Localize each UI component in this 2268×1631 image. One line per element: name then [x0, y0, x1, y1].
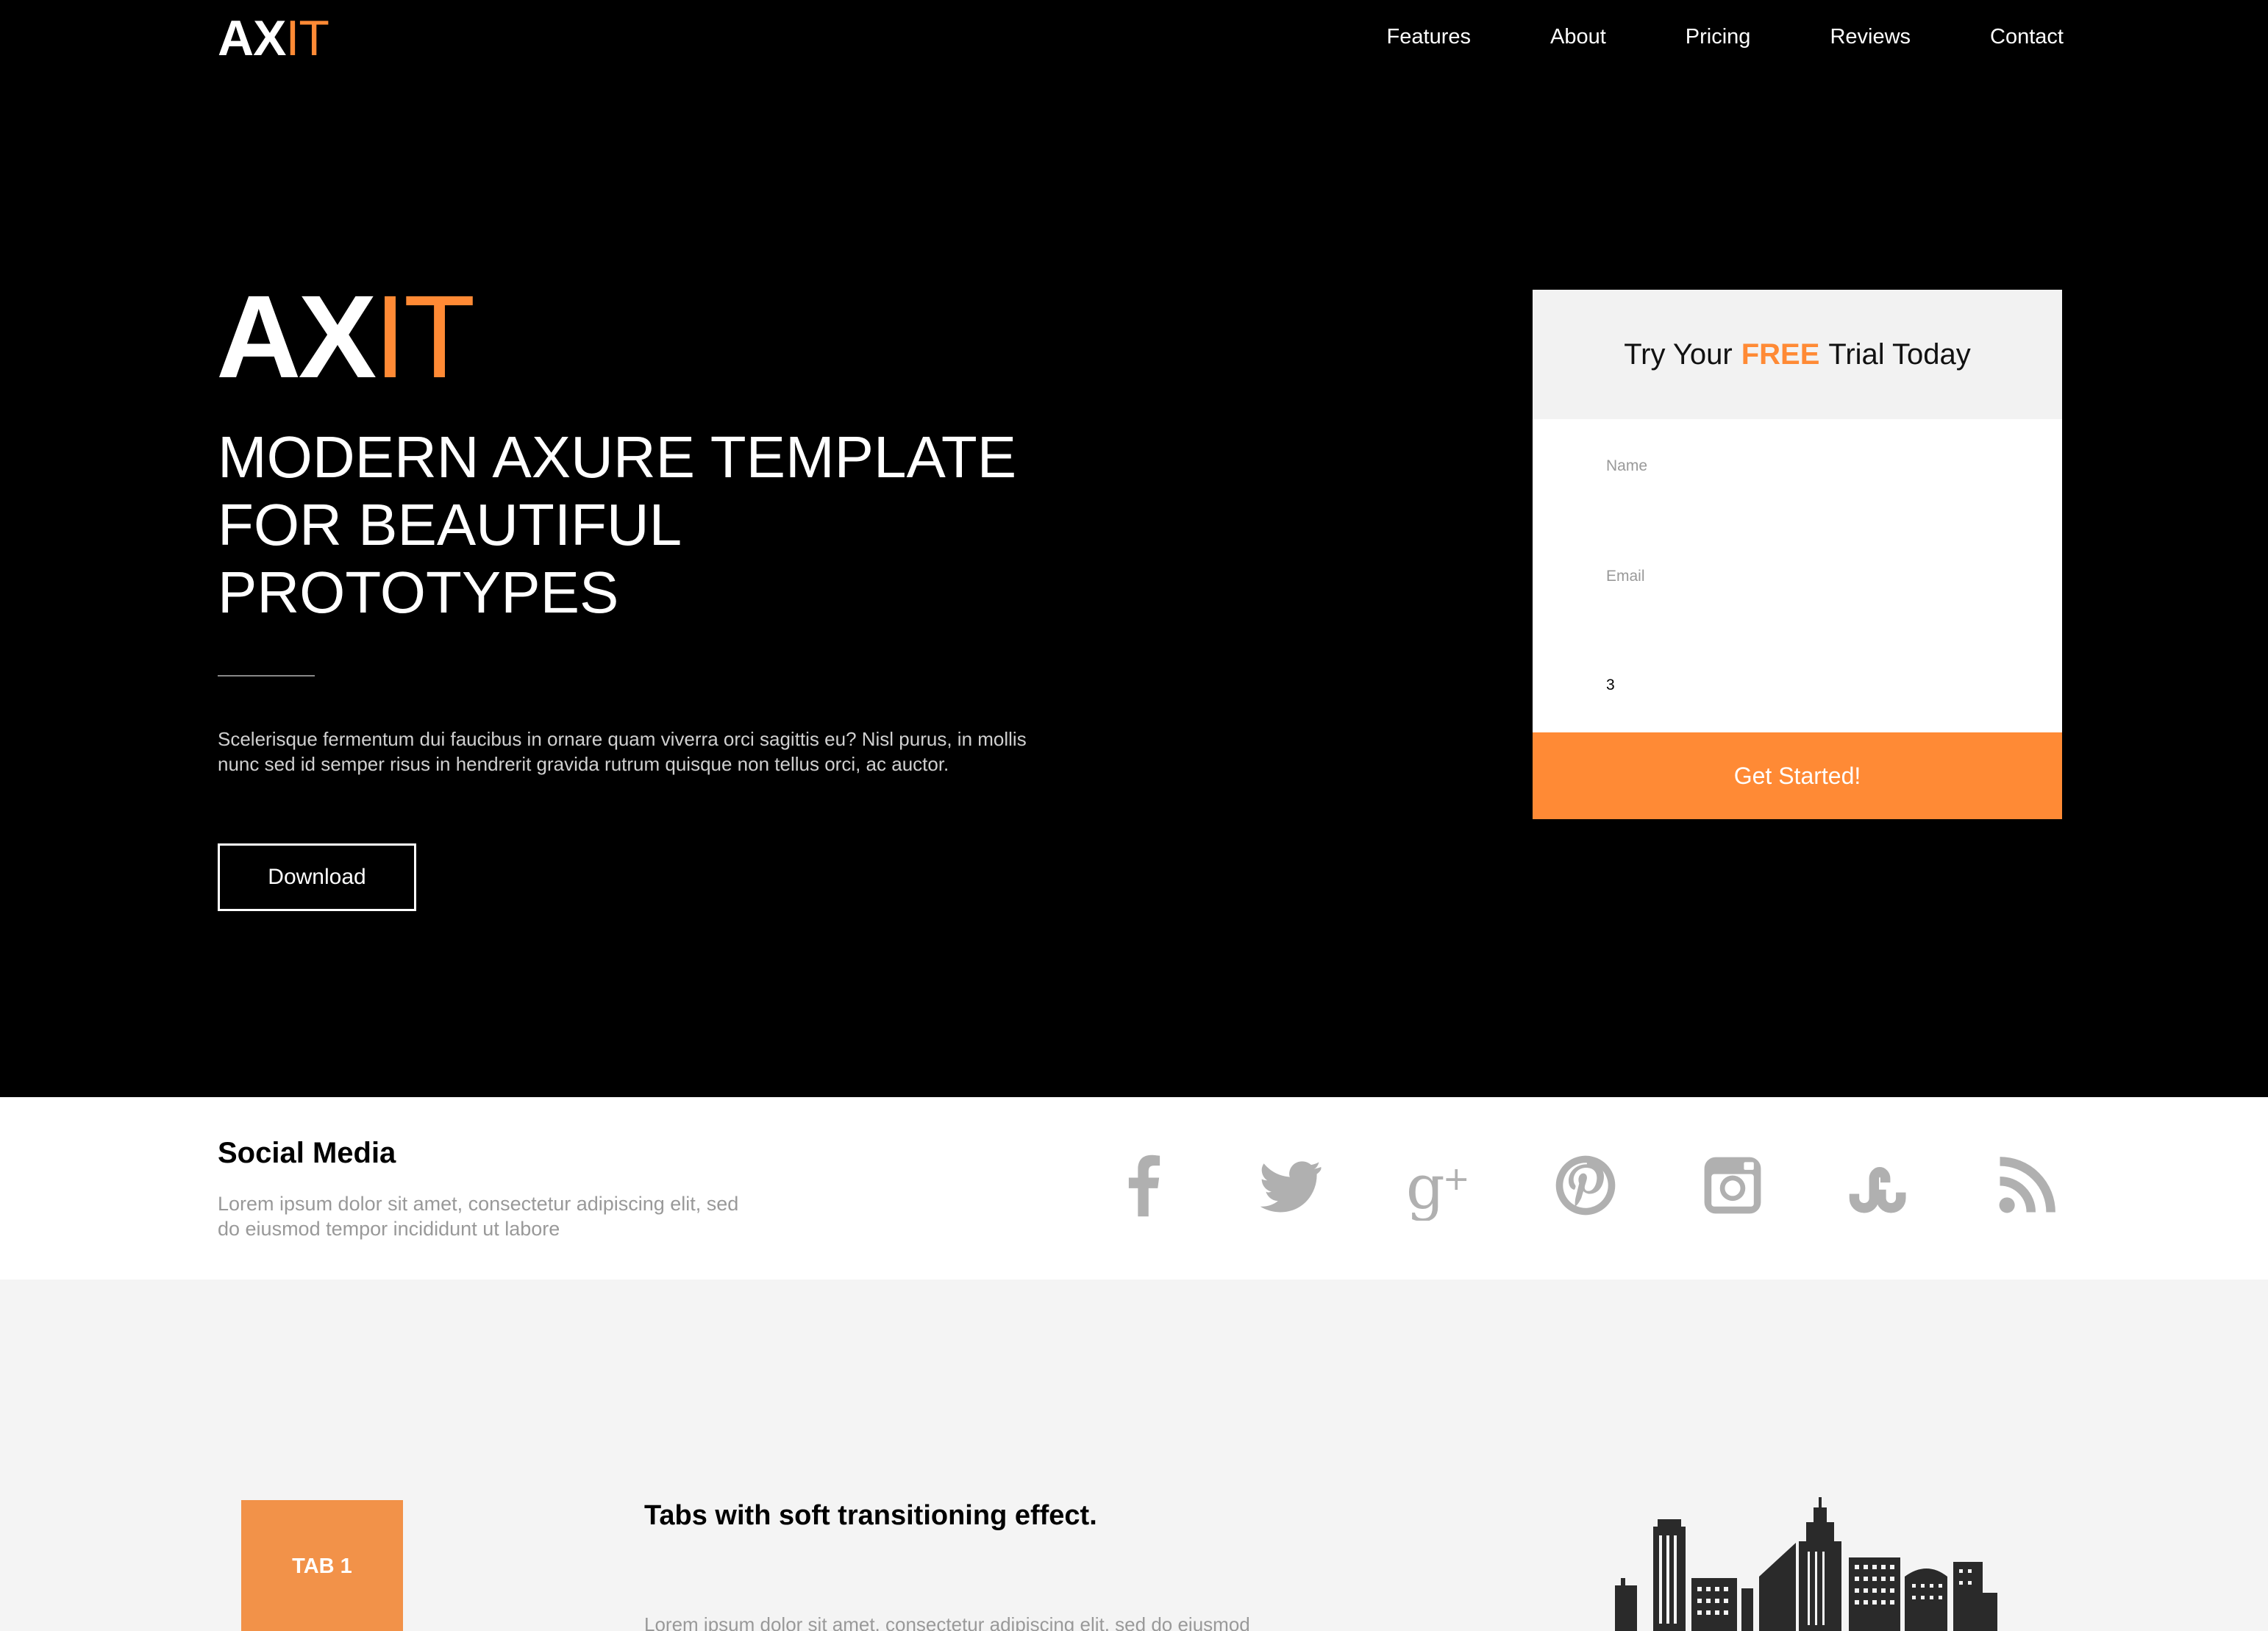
social-media-description: Lorem ipsum dolor sit amet, consectetur … [218, 1193, 739, 1240]
rss-icon[interactable] [1990, 1149, 2064, 1222]
name-field[interactable] [1606, 474, 1989, 518]
hero-section: AXIT Features About Pricing Reviews Cont… [0, 0, 2268, 1097]
hero-divider [218, 675, 315, 677]
hero-logo: AXIT [216, 278, 475, 396]
tab-1[interactable]: TAB 1 [241, 1500, 403, 1631]
svg-text:+: + [1443, 1160, 1470, 1198]
trial-form-card: Try Your FREE Trial Today Name Email 3 G… [1533, 290, 2062, 819]
nav-link-features[interactable]: Features [1387, 22, 1471, 51]
tabs-section: TAB 1 Tabs with soft transitioning effec… [0, 1280, 2268, 1631]
logo-it-text: IT [285, 10, 329, 66]
social-media-title: Social Media [218, 1137, 396, 1169]
logo-ax-text: AX [218, 10, 286, 66]
pinterest-icon[interactable] [1549, 1149, 1622, 1222]
social-icons-row: g + [1108, 1149, 2064, 1222]
third-field[interactable]: 3 [1606, 677, 1615, 694]
tabs-description: Lorem ipsum dolor sit amet, consectetur … [644, 1613, 1250, 1631]
svg-text:g: g [1406, 1152, 1445, 1221]
main-nav: Features About Pricing Reviews Contact [1387, 22, 2064, 51]
hero-logo-it-text: IT [374, 271, 475, 402]
nav-logo[interactable]: AXIT [218, 13, 329, 63]
nav-link-pricing[interactable]: Pricing [1686, 22, 1751, 51]
email-field[interactable] [1606, 584, 1989, 628]
email-field-label: Email [1606, 568, 1645, 585]
trial-form-header: Try Your FREE Trial Today [1533, 290, 2062, 419]
social-media-section: Social Media Lorem ipsum dolor sit amet,… [0, 1097, 2268, 1280]
hero-title: MODERN AXURE TEMPLATE FOR BEAUTIFUL PROT… [218, 424, 1017, 625]
get-started-button[interactable]: Get Started! [1533, 732, 2062, 819]
nav-link-reviews[interactable]: Reviews [1830, 22, 1911, 51]
hero-description: Scelerisque fermentum dui faucibus in or… [218, 728, 1027, 775]
facebook-icon[interactable] [1108, 1149, 1181, 1222]
download-button[interactable]: Download [218, 843, 416, 911]
city-skyline-illustration [1615, 1497, 1997, 1631]
instagram-icon[interactable] [1696, 1149, 1769, 1222]
name-field-label: Name [1606, 457, 1648, 474]
trial-title-before: Try Your [1624, 338, 1733, 371]
google-plus-icon[interactable]: g + [1402, 1149, 1475, 1222]
nav-link-about[interactable]: About [1550, 22, 1606, 51]
trial-title-after: Trial Today [1828, 338, 1971, 371]
nav-link-contact[interactable]: Contact [1990, 22, 2064, 51]
tabs-heading: Tabs with soft transitioning effect. [644, 1500, 1097, 1531]
twitter-icon[interactable] [1255, 1149, 1328, 1222]
trial-title-highlight: FREE [1741, 338, 1820, 371]
stumbleupon-icon[interactable] [1843, 1149, 1916, 1222]
hero-logo-ax-text: AX [216, 271, 377, 402]
